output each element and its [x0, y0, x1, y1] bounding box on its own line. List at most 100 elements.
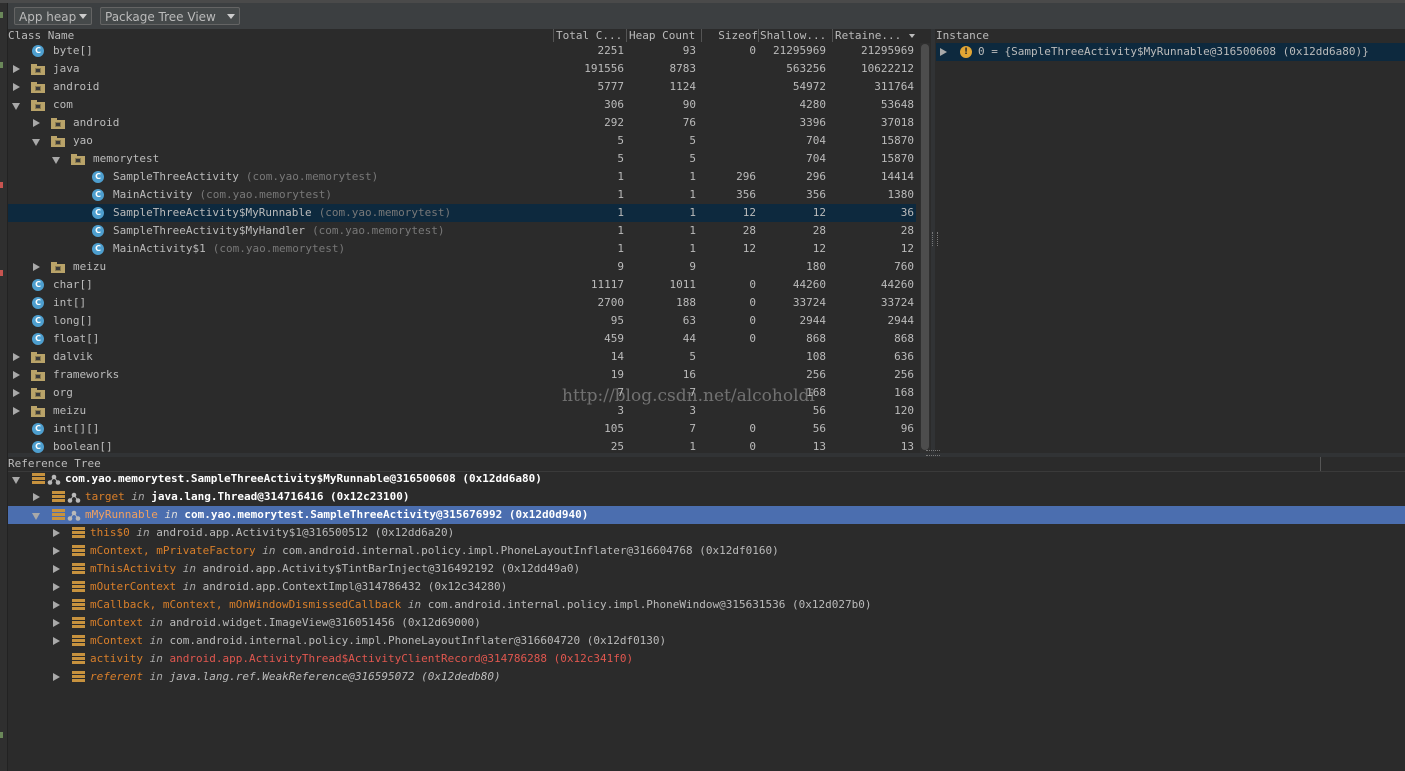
reference-tree-row[interactable]: mContext in com.android.internal.policy.…	[8, 632, 1405, 650]
class-table-row[interactable]: android 292 76 3396 37018	[8, 114, 916, 132]
expand-arrow-icon[interactable]	[53, 637, 60, 645]
class-table-row[interactable]: android 5777 1124 54972 311764	[8, 78, 916, 96]
collapse-arrow-icon[interactable]	[52, 157, 60, 164]
expand-arrow-icon[interactable]	[33, 119, 40, 127]
column-divider[interactable]	[553, 29, 554, 42]
reference-tree-row[interactable]: mThisActivity in android.app.Activity$Ti…	[8, 560, 1405, 578]
class-table-row[interactable]: C MainActivity (com.yao.memorytest) 1 1 356 35…	[8, 186, 916, 204]
reference-tree-row[interactable]: this$0 in android.app.Activity$1@3165005…	[8, 524, 1405, 542]
collapse-arrow-icon[interactable]	[12, 103, 20, 110]
class-name-text: int[]	[53, 296, 87, 309]
column-header-heap-count[interactable]: Heap Count	[629, 29, 701, 42]
retained-size-cell: 28	[900, 224, 914, 237]
class-name: android	[53, 78, 99, 96]
column-divider[interactable]	[701, 29, 702, 42]
class-table-row[interactable]: C SampleThreeActivity (com.yao.memorytest)…	[8, 168, 916, 186]
class-table-row[interactable]: Cfloat[] 459 44 0 868 868	[8, 330, 916, 348]
expand-arrow-icon[interactable]	[53, 619, 60, 627]
field-reference-icon	[52, 509, 65, 521]
column-divider[interactable]	[1320, 457, 1321, 471]
expand-arrow-icon[interactable]	[53, 601, 60, 609]
reference-label: this$0 in android.app.Activity$1@3165005…	[90, 524, 454, 542]
heap-count-cell: 1	[689, 206, 696, 219]
reference-tree-row[interactable]: referent in java.lang.ref.WeakReference@…	[8, 668, 1405, 686]
class-table-row[interactable]: Cint[] 2700 188 0 33724 33724	[8, 294, 916, 312]
sizeof-cell: 0	[749, 296, 756, 309]
gutter-marker	[0, 12, 3, 18]
column-header-shallow-size[interactable]: Shallow...	[760, 29, 832, 42]
view-select[interactable]: Package Tree View	[100, 7, 240, 25]
reference-label: activity in android.app.ActivityThread$A…	[90, 650, 633, 668]
column-divider[interactable]	[758, 29, 759, 42]
reference-tree-row[interactable]: activity in android.app.ActivityThread$A…	[8, 650, 1405, 668]
field-reference-icon	[32, 473, 45, 485]
class-table-row[interactable]: Cchar[] 11117 1011 0 44260 44260	[8, 276, 916, 294]
class-table-row[interactable]: C SampleThreeActivity$MyHandler (com.yao.m…	[8, 222, 916, 240]
class-table-row[interactable]: java 191556 8783 563256 10622212	[8, 60, 916, 78]
expand-arrow-icon[interactable]	[53, 547, 60, 555]
reference-tree-row[interactable]: com.yao.memorytest.SampleThreeActivity$M…	[8, 470, 1405, 488]
expand-arrow-icon[interactable]	[33, 493, 40, 501]
column-header-sizeof[interactable]: Sizeof	[704, 29, 758, 42]
reference-tree-row[interactable]: mOuterContext in android.app.ContextImpl…	[8, 578, 1405, 596]
shallow-size-cell: 2944	[799, 314, 827, 327]
package-folder-icon	[71, 154, 85, 165]
sort-descending-icon[interactable]	[909, 34, 915, 38]
reference-tree-row[interactable]: mCallback, mContext, mOnWindowDismissedC…	[8, 596, 1405, 614]
expand-arrow-icon[interactable]	[13, 83, 20, 91]
heap-count-cell: 93	[682, 44, 696, 57]
expand-arrow-icon[interactable]	[53, 673, 60, 681]
sizeof-cell: 356	[736, 188, 756, 201]
expand-arrow-icon[interactable]	[53, 583, 60, 591]
class-icon: C	[92, 243, 104, 255]
column-header-class-name[interactable]: Class Name	[8, 29, 548, 42]
class-name: MainActivity$1 (com.yao.memorytest)	[113, 240, 345, 258]
class-table-row[interactable]: yao 5 5 704 15870	[8, 132, 916, 150]
class-name-text: yao	[73, 134, 93, 147]
class-name-text: com	[53, 98, 73, 111]
total-count-cell: 2251	[597, 44, 625, 57]
column-header-total-count[interactable]: Total C...	[556, 29, 626, 42]
reference-tree-row[interactable]: mContext in android.widget.ImageView@316…	[8, 614, 1405, 632]
class-table-row[interactable]: frameworks 19 16 256 256	[8, 366, 916, 384]
expand-arrow-icon[interactable]	[33, 263, 40, 271]
class-table-row[interactable]: meizu 9 9 180 760	[8, 258, 916, 276]
collapse-arrow-icon[interactable]	[32, 139, 40, 146]
column-header-retained-size[interactable]: Retaine...	[835, 29, 907, 42]
class-table-row[interactable]: memorytest 5 5 704 15870	[8, 150, 916, 168]
class-table-row[interactable]: C SampleThreeActivity$MyRunnable (com.yao.…	[8, 204, 916, 222]
expand-arrow-icon[interactable]	[13, 407, 20, 415]
class-table-row[interactable]: Cint[][] 105 7 0 56 96	[8, 420, 916, 438]
class-name-text: dalvik	[53, 350, 93, 363]
class-table-row[interactable]: com 306 90 4280 53648	[8, 96, 916, 114]
expand-arrow-icon[interactable]	[13, 65, 20, 73]
instance-row[interactable]: ! 0 = {SampleThreeActivity$MyRunnable@31…	[936, 43, 1405, 61]
class-table-scrollbar-thumb[interactable]	[921, 44, 929, 450]
expand-arrow-icon[interactable]	[940, 48, 947, 56]
expand-arrow-icon[interactable]	[13, 389, 20, 397]
expand-arrow-icon[interactable]	[13, 353, 20, 361]
column-divider[interactable]	[626, 29, 627, 42]
reference-tree-row[interactable]: mMyRunnable in com.yao.memorytest.Sample…	[8, 506, 1405, 524]
collapse-arrow-icon[interactable]	[32, 513, 40, 520]
splitter-grip-icon[interactable]	[932, 232, 938, 246]
splitter-grip-icon[interactable]	[926, 450, 940, 456]
class-name: java	[53, 60, 80, 78]
class-icon: C	[92, 225, 104, 237]
column-divider[interactable]	[832, 29, 833, 42]
class-name: SampleThreeActivity$MyHandler (com.yao.me…	[113, 222, 445, 240]
expand-arrow-icon[interactable]	[13, 371, 20, 379]
instance-field-icon: !	[960, 46, 972, 58]
heap-select[interactable]: App heap	[14, 7, 92, 25]
total-count-cell: 1	[617, 188, 624, 201]
expand-arrow-icon[interactable]	[53, 565, 60, 573]
class-table-row[interactable]: Clong[] 95 63 0 2944 2944	[8, 312, 916, 330]
class-table-row[interactable]: dalvik 14 5 108 636	[8, 348, 916, 366]
expand-arrow-icon[interactable]	[53, 529, 60, 537]
reference-tree-row[interactable]: target in java.lang.Thread@314716416 (0x…	[8, 488, 1405, 506]
watermark-text: http://blog.csdn.net/alcoholdi	[562, 386, 815, 406]
class-table-row[interactable]: Cbyte[] 2251 93 0 21295969 21295969	[8, 42, 916, 60]
reference-tree-row[interactable]: mContext, mPrivateFactory in com.android…	[8, 542, 1405, 560]
collapse-arrow-icon[interactable]	[12, 477, 20, 484]
class-table-row[interactable]: C MainActivity$1 (com.yao.memorytest) 1 1 12 1…	[8, 240, 916, 258]
